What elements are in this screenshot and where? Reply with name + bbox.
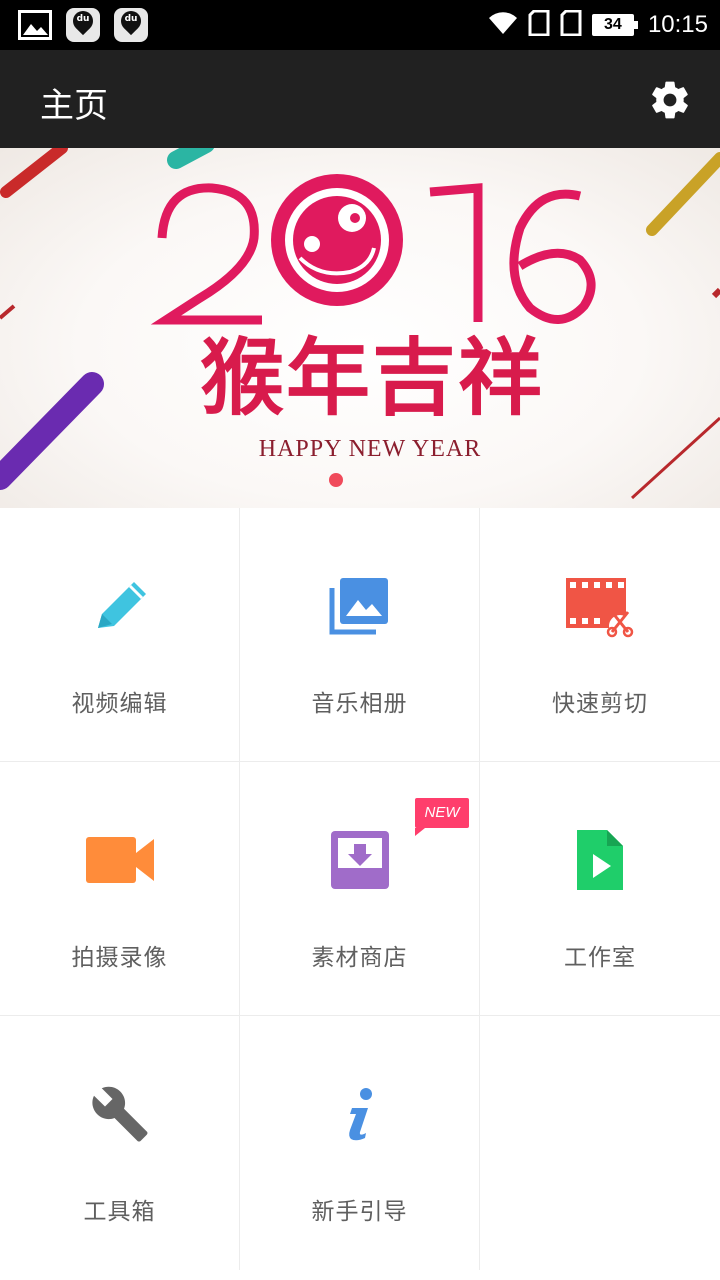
du-pin-icon: du bbox=[66, 6, 100, 42]
video-file-icon bbox=[564, 824, 636, 896]
menu-item-video-edit[interactable]: 视频编辑 bbox=[0, 508, 240, 762]
sim-card-icon bbox=[560, 9, 582, 40]
menu-item-quick-cut[interactable]: 快速剪切 bbox=[480, 508, 720, 762]
menu-item-label: 快速剪切 bbox=[552, 691, 648, 717]
info-icon bbox=[324, 1078, 396, 1150]
banner-year-digits bbox=[150, 183, 596, 325]
photo-album-icon bbox=[324, 570, 396, 642]
menu-item-asset-store[interactable]: NEW 素材商店 bbox=[240, 762, 480, 1016]
menu-item-music-album[interactable]: 音乐相册 bbox=[240, 508, 480, 762]
du-pin-icon: du bbox=[114, 6, 148, 42]
promo-banner[interactable]: 2016 猴年吉祥 HAPPY NEW YEAR bbox=[0, 148, 720, 508]
menu-item-label: 素材商店 bbox=[311, 945, 408, 971]
menu-item-label: 视频编辑 bbox=[71, 691, 168, 717]
pencil-icon bbox=[84, 570, 156, 642]
wrench-icon bbox=[84, 1078, 156, 1150]
banner-subtitle: HAPPY NEW YEAR bbox=[258, 436, 482, 462]
menu-item-studio[interactable]: 工作室 bbox=[480, 762, 720, 1016]
download-box-icon bbox=[324, 824, 396, 896]
battery-indicator: 34 bbox=[591, 14, 638, 36]
menu-item-toolbox[interactable]: 工具箱 bbox=[0, 1016, 240, 1270]
new-badge: NEW bbox=[415, 798, 469, 836]
menu-item-beginner-guide[interactable]: 新手引导 bbox=[240, 1016, 480, 1270]
video-camera-icon bbox=[84, 824, 156, 896]
menu-item-label: 工具箱 bbox=[83, 1199, 156, 1225]
menu-item-label: 音乐相册 bbox=[311, 691, 408, 717]
page-indicator-dot[interactable] bbox=[329, 473, 343, 487]
image-icon bbox=[18, 8, 52, 42]
empty-cell bbox=[480, 1016, 720, 1270]
feature-grid: 视频编辑 音乐相册 快速剪切 拍摄录像 NEW 素材商店 工作室 工具箱 新手引… bbox=[0, 508, 720, 1280]
app-toolbar: 主页 bbox=[0, 50, 720, 148]
clock: 10:15 bbox=[647, 11, 708, 38]
menu-item-record-video[interactable]: 拍摄录像 bbox=[0, 762, 240, 1016]
menu-item-label: 新手引导 bbox=[311, 1199, 408, 1225]
film-scissors-icon bbox=[564, 570, 636, 642]
settings-gear-icon[interactable] bbox=[648, 78, 692, 122]
page-title: 主页 bbox=[40, 86, 108, 126]
sim-card-icon bbox=[528, 9, 550, 40]
banner-title: 猴年吉祥 bbox=[199, 329, 544, 427]
menu-item-label: 拍摄录像 bbox=[71, 945, 168, 971]
menu-item-label: 工作室 bbox=[564, 945, 636, 971]
wifi-icon bbox=[488, 10, 518, 40]
status-bar: du du 34 10:15 bbox=[0, 0, 720, 50]
notification-icons: du du bbox=[18, 6, 148, 42]
